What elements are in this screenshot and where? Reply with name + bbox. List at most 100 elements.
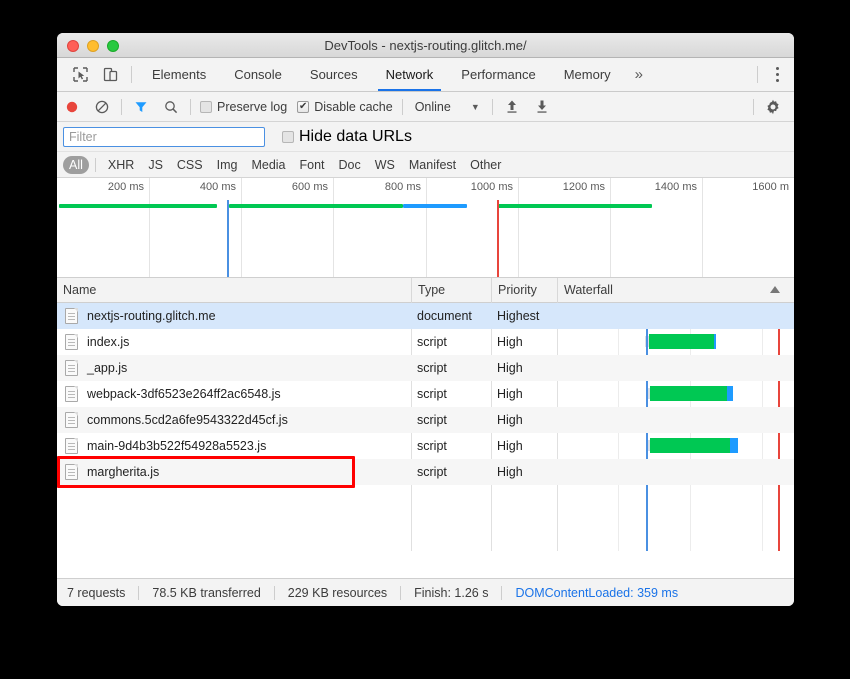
type-filter-font[interactable]: Font	[294, 156, 331, 174]
table-row[interactable]: webpack-3df6523e264ff2ac6548.jsscriptHig…	[57, 381, 794, 407]
filter-input[interactable]	[63, 127, 265, 147]
tab-memory-label: Memory	[564, 67, 611, 82]
type-filter-js[interactable]: JS	[142, 156, 169, 174]
toolbar-divider-1	[121, 99, 122, 115]
devtools-window: DevTools - nextjs-routing.glitch.me/ Ele…	[57, 33, 794, 606]
column-header-type[interactable]: Type	[411, 278, 491, 303]
ruler-tick	[426, 178, 427, 278]
table-row[interactable]: main-9d4b3b522f54928a5523.jsscriptHigh	[57, 433, 794, 459]
status-bar: 7 requests 78.5 KB transferred 229 KB re…	[57, 578, 794, 606]
cell-priority: High	[491, 407, 557, 433]
inspect-element-icon[interactable]	[65, 58, 95, 91]
tab-sources[interactable]: Sources	[296, 58, 372, 91]
window-minimize-button[interactable]	[87, 40, 99, 52]
disable-cache-box[interactable]	[297, 101, 309, 113]
cell-name: main-9d4b3b522f54928a5523.js	[57, 433, 411, 459]
ruler-tick	[610, 178, 611, 278]
export-har-icon[interactable]	[527, 99, 557, 114]
tab-network[interactable]: Network	[372, 58, 448, 91]
type-filter-doc[interactable]: Doc	[333, 156, 367, 174]
cell-type: document	[411, 303, 491, 329]
preserve-log-label: Preserve log	[217, 100, 287, 114]
cell-priority: High	[491, 459, 557, 485]
overview-request-band	[403, 204, 467, 208]
throttle-dropdown[interactable]: Online ▼	[407, 100, 488, 114]
tab-elements[interactable]: Elements	[138, 58, 220, 91]
type-filter-media[interactable]: Media	[245, 156, 291, 174]
ruler-tick-label: 1400 ms	[655, 181, 702, 193]
gear-icon[interactable]	[758, 99, 788, 115]
sort-ascending-icon[interactable]	[770, 286, 780, 293]
filter-funnel-icon[interactable]	[126, 100, 156, 114]
table-row[interactable]: _app.jsscriptHigh	[57, 355, 794, 381]
cell-priority: Highest	[491, 303, 557, 329]
import-har-icon[interactable]	[497, 99, 527, 114]
type-filter-xhr[interactable]: XHR	[102, 156, 140, 174]
more-tabs-button[interactable]: »	[625, 58, 653, 91]
type-filter-ws[interactable]: WS	[369, 156, 401, 174]
cell-type: script	[411, 355, 491, 381]
type-filter-css[interactable]: CSS	[171, 156, 209, 174]
cell-type: script	[411, 433, 491, 459]
device-toolbar-icon[interactable]	[95, 58, 125, 91]
hide-data-urls-label: Hide data URLs	[299, 128, 412, 146]
filter-row: Hide data URLs	[57, 122, 794, 152]
preserve-log-checkbox[interactable]: Preserve log	[195, 100, 292, 114]
requests-table: Name Type Priority Waterfall nextjs-rout…	[57, 278, 794, 551]
table-row[interactable]: nextjs-routing.glitch.medocumentHighest	[57, 303, 794, 329]
preserve-log-box[interactable]	[200, 101, 212, 113]
type-filter-manifest[interactable]: Manifest	[403, 156, 462, 174]
ruler-tick-label: 800 ms	[385, 181, 426, 193]
type-filter-all[interactable]: All	[63, 156, 89, 174]
ruler-tick	[333, 178, 334, 278]
window-titlebar: DevTools - nextjs-routing.glitch.me/	[57, 33, 794, 58]
search-icon[interactable]	[156, 100, 186, 114]
type-filter-row: All XHR JS CSS Img Media Font Doc WS Man…	[57, 152, 794, 178]
cell-priority: High	[491, 433, 557, 459]
column-header-priority[interactable]: Priority	[491, 278, 557, 303]
toolbar-divider-3	[402, 99, 403, 115]
cell-type: script	[411, 459, 491, 485]
kebab-menu-icon[interactable]	[764, 58, 790, 91]
table-row[interactable]: index.jsscriptHigh	[57, 329, 794, 355]
table-body: nextjs-routing.glitch.medocumentHighesti…	[57, 303, 794, 551]
type-filter-other[interactable]: Other	[464, 156, 507, 174]
column-header-name[interactable]: Name	[57, 278, 411, 303]
overview-request-band	[497, 204, 652, 208]
ruler-tick-label: 1200 ms	[563, 181, 610, 193]
window-title: DevTools - nextjs-routing.glitch.me/	[57, 33, 794, 58]
tab-sources-label: Sources	[310, 67, 358, 82]
window-close-button[interactable]	[67, 40, 79, 52]
status-domcontentloaded: DOMContentLoaded: 359 ms	[502, 586, 691, 600]
clear-icon[interactable]	[87, 100, 117, 114]
cell-priority: High	[491, 329, 557, 355]
hide-data-urls-checkbox[interactable]: Hide data URLs	[277, 128, 417, 146]
tab-memory[interactable]: Memory	[550, 58, 625, 91]
table-row[interactable]: margherita.jsscriptHigh	[57, 459, 794, 485]
overview-request-band	[59, 204, 217, 208]
toolbar-divider-5	[753, 99, 754, 115]
network-toolbar: Preserve log Disable cache Online ▼	[57, 92, 794, 122]
tabbar-divider	[131, 66, 132, 83]
record-icon[interactable]	[57, 100, 87, 114]
disable-cache-checkbox[interactable]: Disable cache	[292, 100, 398, 114]
tab-console[interactable]: Console	[220, 58, 296, 91]
tab-performance-label: Performance	[461, 67, 535, 82]
window-maximize-button[interactable]	[107, 40, 119, 52]
dcl-marker	[227, 200, 229, 278]
cell-type: script	[411, 329, 491, 355]
hide-data-urls-box[interactable]	[282, 131, 294, 143]
tab-console-label: Console	[234, 67, 282, 82]
tab-performance[interactable]: Performance	[447, 58, 549, 91]
ruler-tick-label: 600 ms	[292, 181, 333, 193]
type-filter-img[interactable]: Img	[211, 156, 244, 174]
column-header-waterfall[interactable]: Waterfall	[557, 278, 794, 303]
load-marker	[497, 200, 499, 278]
status-transferred: 78.5 KB transferred	[139, 586, 273, 600]
ruler-tick-label: 1600 m	[752, 181, 794, 193]
network-overview[interactable]: 200 ms400 ms600 ms800 ms1000 ms1200 ms14…	[57, 178, 794, 278]
disable-cache-label: Disable cache	[314, 100, 393, 114]
table-row[interactable]: commons.5cd2a6fe9543322d45cf.jsscriptHig…	[57, 407, 794, 433]
tabbar-spacer	[653, 58, 751, 91]
tabbar-divider-right	[757, 66, 758, 83]
